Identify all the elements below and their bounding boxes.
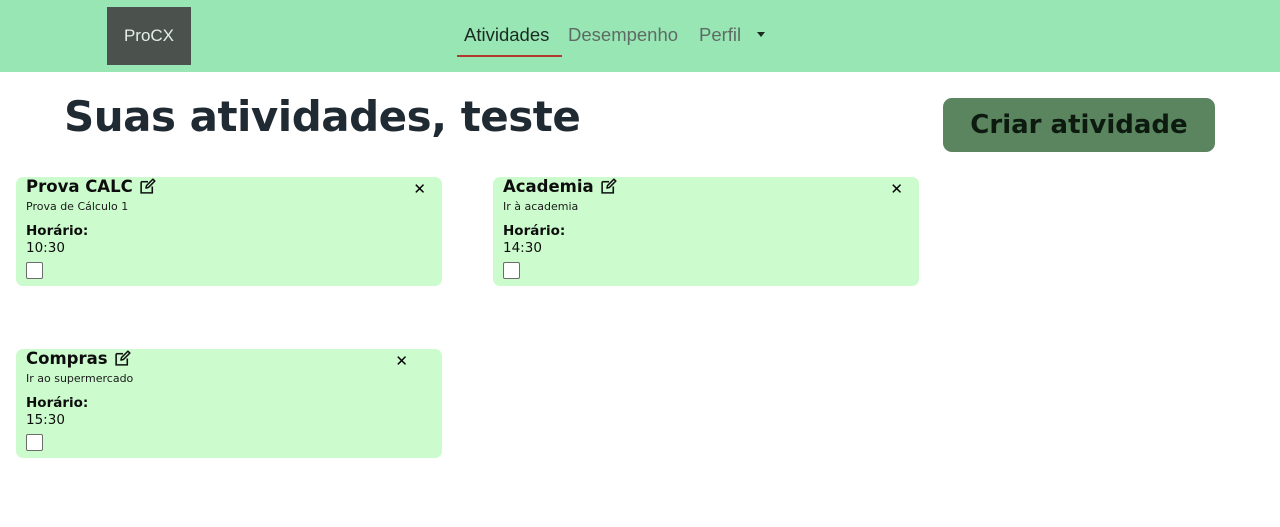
- activity-description: Prova de Cálculo 1: [26, 200, 129, 213]
- time-label: Horário:: [26, 223, 89, 239]
- chevron-down-icon[interactable]: [757, 32, 765, 37]
- activity-card: Prova CALC ✕ Prova de Cálculo 1 Horário:…: [16, 177, 442, 286]
- done-checkbox[interactable]: [26, 262, 43, 279]
- activity-card: Compras ✕ Ir ao supermercado Horário: 15…: [16, 349, 442, 458]
- active-nav-indicator: [457, 55, 562, 57]
- create-activity-button[interactable]: Criar atividade: [943, 98, 1215, 152]
- close-icon[interactable]: ✕: [890, 180, 903, 198]
- done-checkbox[interactable]: [503, 262, 520, 279]
- activity-card: Academia ✕ Ir à academia Horário: 14:30: [493, 177, 919, 286]
- activity-time: 14:30: [503, 240, 542, 256]
- close-icon[interactable]: ✕: [395, 352, 408, 370]
- activity-description: Ir ao supermercado: [26, 372, 134, 385]
- activity-title-row: Compras: [26, 349, 131, 368]
- edit-icon[interactable]: [114, 350, 131, 367]
- activity-description: Ir à academia: [503, 200, 579, 213]
- nav-link-perfil[interactable]: Perfil: [699, 24, 741, 46]
- nav-link-desempenho[interactable]: Desempenho: [568, 24, 678, 46]
- activity-time: 10:30: [26, 240, 65, 256]
- time-label: Horário:: [503, 223, 566, 239]
- close-icon[interactable]: ✕: [413, 180, 426, 198]
- activity-title: Academia: [503, 177, 594, 196]
- activity-title-row: Prova CALC: [26, 177, 156, 196]
- done-checkbox[interactable]: [26, 434, 43, 451]
- navbar: ProCX Atividades Desempenho Perfil: [0, 0, 1280, 72]
- nav-link-atividades[interactable]: Atividades: [464, 24, 549, 46]
- activity-title-row: Academia: [503, 177, 617, 196]
- edit-icon[interactable]: [600, 178, 617, 195]
- activity-title: Prova CALC: [26, 177, 133, 196]
- page-title: Suas atividades, teste: [64, 92, 581, 141]
- activity-title: Compras: [26, 349, 108, 368]
- activity-time: 15:30: [26, 412, 65, 428]
- edit-icon[interactable]: [139, 178, 156, 195]
- time-label: Horário:: [26, 395, 89, 411]
- brand-logo[interactable]: ProCX: [107, 7, 191, 65]
